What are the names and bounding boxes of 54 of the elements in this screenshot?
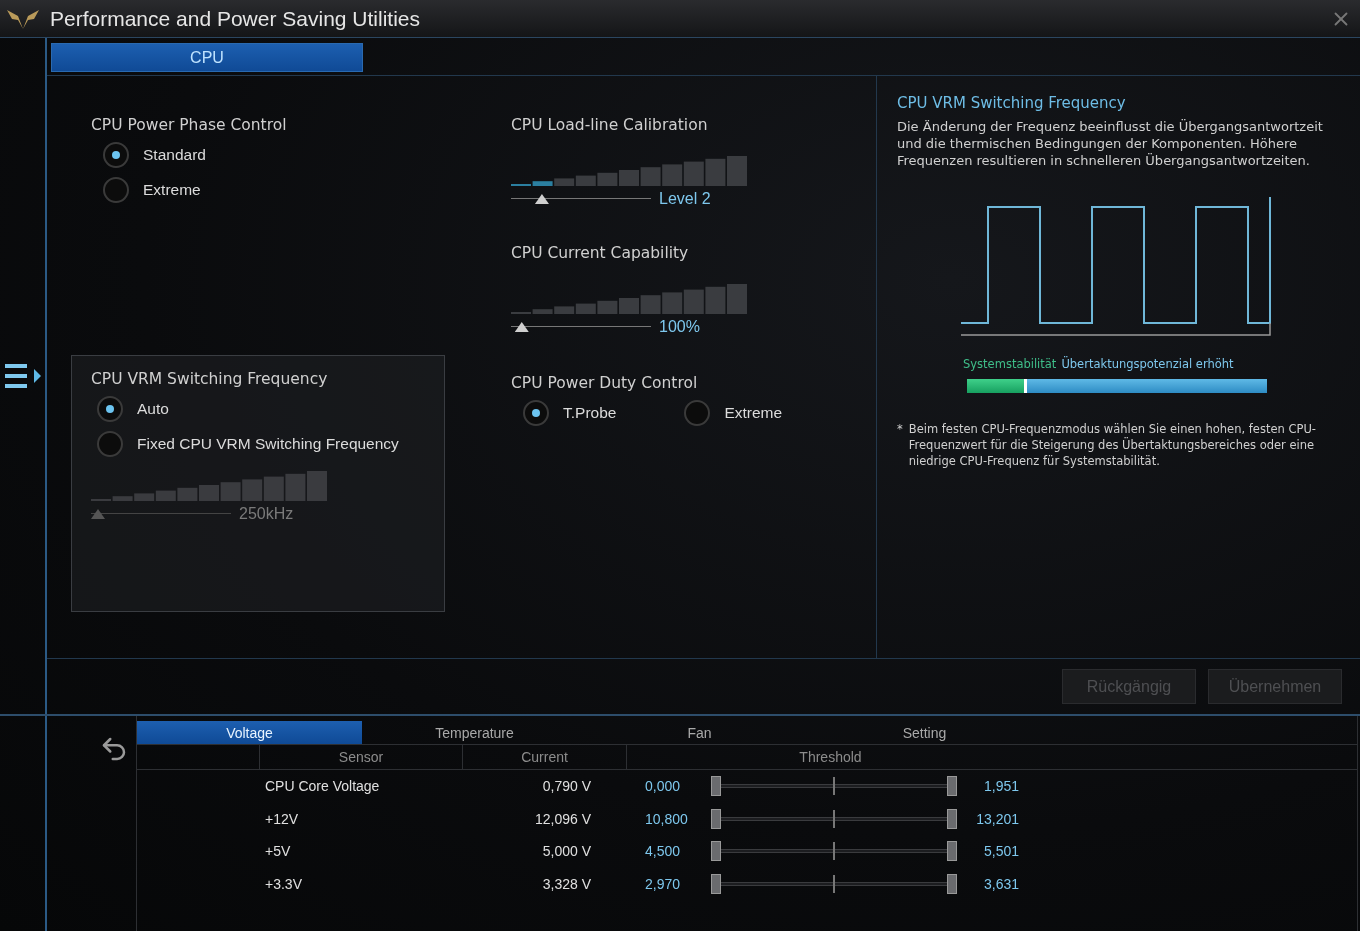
table-cell-text: +5V: [264, 843, 292, 860]
note-mark: *: [897, 421, 903, 438]
tab[interactable]: CPU: [51, 43, 363, 72]
slider-value: 250kHz: [239, 505, 294, 523]
radio-option[interactable]: Extreme: [684, 400, 783, 426]
table-cell-text: 3,631: [982, 875, 1019, 892]
tab[interactable]: Fan: [587, 721, 812, 744]
table-cell-text: +12V: [264, 810, 300, 827]
table-cell-text: +3.3V: [264, 875, 303, 892]
table-cell-text: 0,000: [644, 778, 682, 795]
level-bars-icon: [511, 282, 747, 314]
radio-option[interactable]: Fixed CPU VRM Switching Frequency: [97, 431, 444, 457]
table-cell-text: 1,951: [982, 778, 1019, 795]
legend-label: Systemstabilität: [963, 357, 1057, 371]
legend-label: Übertaktungspotenzial erhöht: [1061, 357, 1234, 371]
table-cell-text: CPU Core Voltage: [264, 778, 381, 795]
window-title: Performance and Power Saving Utilities: [50, 6, 421, 31]
column-header: Current: [462, 745, 626, 770]
group-title: CPU Power Duty Control: [511, 374, 699, 392]
radio-option[interactable]: Extreme: [103, 177, 466, 203]
level-bars-icon: [511, 154, 747, 186]
radio-option[interactable]: Auto: [97, 396, 444, 422]
table-cell-text: 3,328 V: [541, 875, 592, 892]
level-bars-icon: [91, 469, 327, 501]
range-slider[interactable]: [711, 841, 957, 862]
column-header: Sensor: [259, 745, 462, 770]
group-title: CPU VRM Switching Frequency: [91, 370, 329, 388]
tab[interactable]: Voltage: [137, 721, 362, 744]
table-cell-text: 2,970: [644, 875, 682, 892]
note-text: Beim festen CPU-Frequenzmodus wählen Sie einen hohen, festen CPU-Frequenzwert für die Steigerung des Übertaktungsbereiches oder eine niedrige CPU-Frequenz für Systemstabilität.: [908, 421, 1317, 469]
table-cell-text: 12,096 V: [533, 810, 592, 827]
slider-value: Level 2: [659, 190, 711, 208]
tab[interactable]: Temperature: [362, 721, 587, 744]
table-cell-text: 4,500: [644, 843, 682, 860]
group-title: CPU Current Capability: [511, 244, 690, 262]
column-header: Threshold: [626, 745, 1034, 770]
radio-option[interactable]: T.Probe: [523, 400, 617, 426]
menu-icon[interactable]: [3, 362, 42, 390]
tab[interactable]: Setting: [812, 721, 1037, 744]
slider[interactable]: [511, 320, 651, 334]
info-text: Die Änderung der Frequenz beeinflusst die Übergangsantwortzeit und die thermischen Bedingungen der Komponenten. Höhere Frequenzen resultieren in schnelleren Übergangsantwortzeiten.: [897, 118, 1324, 169]
table-cell-text: 0,790 V: [541, 778, 592, 795]
group-title: CPU Load-line Calibration: [511, 116, 709, 134]
range-slider[interactable]: [711, 808, 957, 829]
range-slider[interactable]: [711, 776, 957, 797]
table-cell-text: 5,501: [982, 843, 1019, 860]
table-cell-text: 13,201: [975, 810, 1019, 827]
table-cell-text: 10,800: [644, 810, 689, 827]
radio-option[interactable]: Standard: [103, 142, 466, 168]
table-cell-text: 5,000 V: [541, 843, 592, 860]
info-title: CPU VRM Switching Frequency: [897, 94, 1127, 112]
group-title: CPU Power Phase Control: [91, 116, 288, 134]
range-slider[interactable]: [711, 873, 957, 894]
slider-value: 100%: [659, 318, 700, 336]
